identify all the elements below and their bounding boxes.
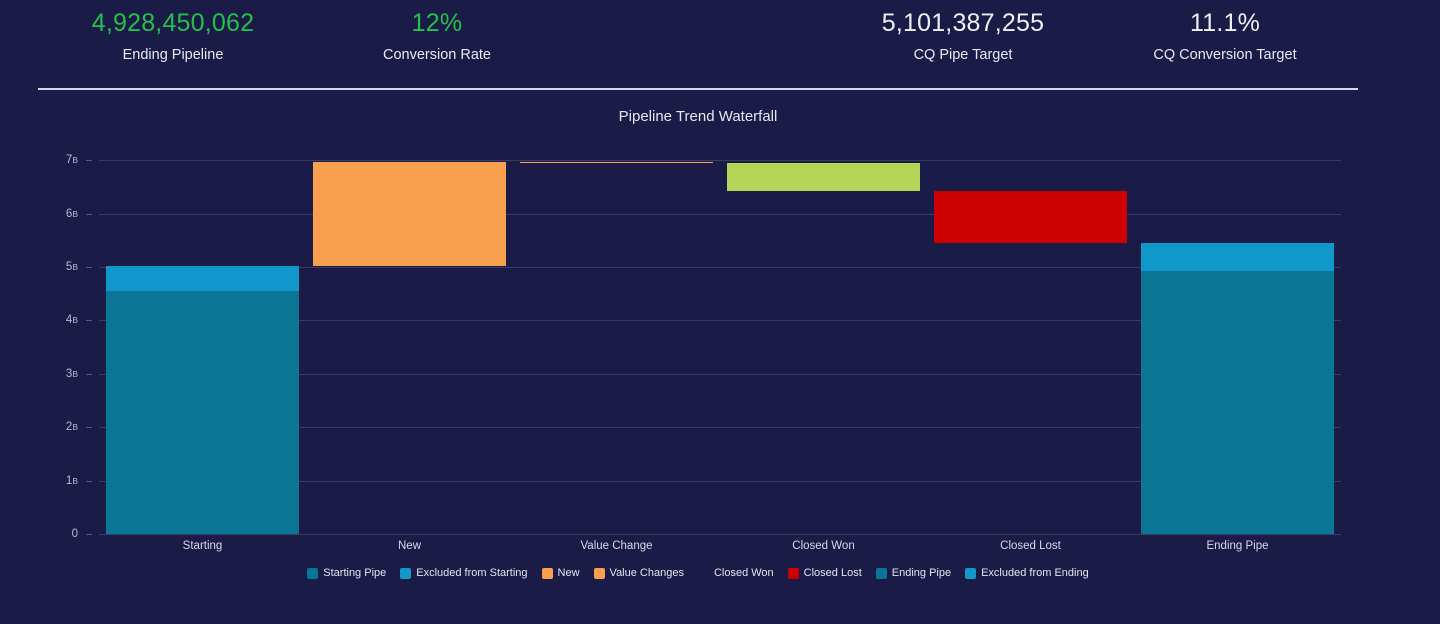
- legend-label: Value Changes: [610, 567, 684, 579]
- legend-item[interactable]: Value Changes: [594, 567, 684, 579]
- x-axis: Starting New Value Change Closed Won Closed …: [99, 540, 1341, 564]
- kpi-cq-conversion-target-value: 11.1%: [1104, 4, 1346, 42]
- y-axis-tick-mark: [86, 374, 92, 375]
- y-axis-tick-label: 3B: [0, 368, 92, 380]
- kpi-conversion-rate[interactable]: 12% Conversion Rate: [316, 4, 558, 66]
- y-axis-tick-label: 7B: [0, 154, 92, 166]
- bar-segment[interactable]: [106, 266, 299, 291]
- legend-label: Closed Lost: [804, 567, 862, 579]
- y-axis-tick-mark: [86, 214, 92, 215]
- legend-item[interactable]: New: [542, 567, 580, 579]
- y-axis-tick-label: 5B: [0, 261, 92, 273]
- y-axis-tick-label: 0: [0, 528, 92, 540]
- bar-segment[interactable]: [727, 163, 920, 191]
- waterfall-bar[interactable]: [313, 139, 506, 534]
- legend-item[interactable]: Closed Lost: [788, 567, 862, 579]
- legend-swatch-icon: [788, 568, 799, 579]
- legend-swatch-icon: [542, 568, 553, 579]
- kpi-cq-pipe-target-value: 5,101,387,255: [842, 4, 1084, 42]
- x-axis-tick-label: New: [398, 540, 421, 552]
- plot-area: [99, 139, 1341, 534]
- bar-segment[interactable]: [106, 291, 299, 534]
- legend-swatch-icon: [594, 568, 605, 579]
- legend-item[interactable]: Starting Pipe: [307, 567, 386, 579]
- waterfall-bar[interactable]: [106, 139, 299, 534]
- bar-segment[interactable]: [313, 162, 506, 266]
- x-axis-tick-label: Starting: [183, 540, 223, 552]
- legend-item[interactable]: Excluded from Ending: [965, 567, 1089, 579]
- waterfall-bar[interactable]: [520, 139, 713, 534]
- x-axis-tick-label: Closed Won: [792, 540, 854, 552]
- legend-swatch-icon: [965, 568, 976, 579]
- chart-title: Pipeline Trend Waterfall: [0, 108, 1396, 125]
- legend-item[interactable]: Ending Pipe: [876, 567, 951, 579]
- y-axis-tick-label: 2B: [0, 421, 92, 433]
- pipeline-trend-waterfall-chart[interactable]: Pipeline Trend Waterfall 0 1B 2B 3B 4B 5B 6B 7B…: [0, 95, 1440, 624]
- legend-item[interactable]: Excluded from Starting: [400, 567, 527, 579]
- kpi-cq-conversion-target[interactable]: 11.1% CQ Conversion Target: [1104, 4, 1346, 66]
- legend-label: Excluded from Starting: [416, 567, 527, 579]
- y-axis-tick-mark: [86, 267, 92, 268]
- chart-legend[interactable]: Starting Pipe Excluded from Starting New Va…: [0, 567, 1396, 579]
- waterfall-bar[interactable]: [934, 139, 1127, 534]
- gridline: [99, 534, 1341, 535]
- x-axis-tick-label: Value Change: [580, 540, 652, 552]
- legend-label: Ending Pipe: [892, 567, 951, 579]
- legend-swatch-icon: [876, 568, 887, 579]
- bar-segment[interactable]: [520, 162, 713, 164]
- y-axis-tick-mark: [86, 427, 92, 428]
- kpi-conversion-rate-label: Conversion Rate: [316, 44, 558, 66]
- kpi-conversion-rate-value: 12%: [316, 4, 558, 42]
- y-axis-tick-mark: [86, 481, 92, 482]
- bar-segment[interactable]: [1141, 271, 1334, 534]
- y-axis-tick-mark: [86, 160, 92, 161]
- waterfall-bar[interactable]: [1141, 139, 1334, 534]
- legend-swatch-icon: [698, 568, 709, 579]
- kpi-cq-pipe-target-label: CQ Pipe Target: [842, 44, 1084, 66]
- y-axis-tick-mark: [86, 534, 92, 535]
- legend-label: Starting Pipe: [323, 567, 386, 579]
- kpi-ending-pipeline-value: 4,928,450,062: [52, 4, 294, 42]
- kpi-ending-pipeline[interactable]: 4,928,450,062 Ending Pipeline: [52, 4, 294, 66]
- legend-swatch-icon: [307, 568, 318, 579]
- kpi-cq-pipe-target[interactable]: 5,101,387,255 CQ Pipe Target: [842, 4, 1084, 66]
- legend-item[interactable]: Closed Won: [698, 567, 774, 579]
- legend-swatch-icon: [400, 568, 411, 579]
- y-axis-tick-label: 6B: [0, 208, 92, 220]
- kpi-header: 4,928,450,062 Ending Pipeline 12% Conver…: [0, 0, 1440, 95]
- y-axis-tick-label: 1B: [0, 475, 92, 487]
- waterfall-bar[interactable]: [727, 139, 920, 534]
- header-divider: [38, 88, 1358, 90]
- y-axis-tick-label: 4B: [0, 314, 92, 326]
- y-axis: 01B2B3B4B5B6B7B: [0, 139, 92, 534]
- y-axis-tick-mark: [86, 320, 92, 321]
- bar-segment[interactable]: [1141, 243, 1334, 271]
- kpi-cq-conversion-target-label: CQ Conversion Target: [1104, 44, 1346, 66]
- legend-label: New: [558, 567, 580, 579]
- x-axis-tick-label: Ending Pipe: [1206, 540, 1268, 552]
- x-axis-tick-label: Closed Lost: [1000, 540, 1061, 552]
- kpi-ending-pipeline-label: Ending Pipeline: [52, 44, 294, 66]
- legend-label: Excluded from Ending: [981, 567, 1089, 579]
- legend-label: Closed Won: [714, 567, 774, 579]
- bar-segment[interactable]: [934, 191, 1127, 243]
